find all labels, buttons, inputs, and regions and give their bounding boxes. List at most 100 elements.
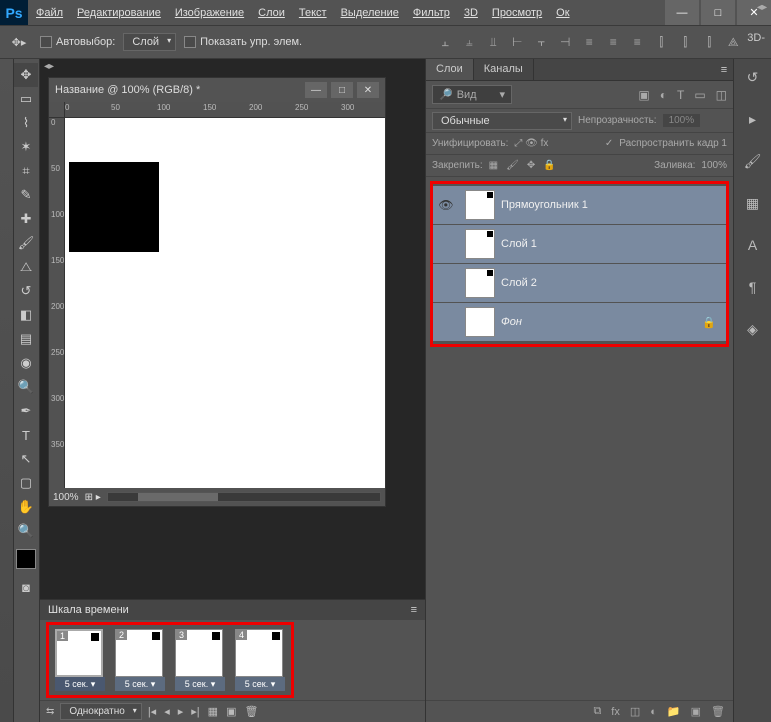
- menu-layers[interactable]: Слои: [258, 7, 285, 19]
- delete-frame-button[interactable]: 🗑: [244, 705, 258, 718]
- expand-panels-icon[interactable]: ◂▸: [757, 2, 767, 13]
- layer-thumbnail[interactable]: [465, 268, 495, 298]
- play-button[interactable]: ▸: [178, 705, 184, 718]
- 3d-panel-icon[interactable]: ◈: [741, 317, 765, 341]
- frame-4[interactable]: 4 5 сек. ▾: [235, 629, 285, 691]
- lock-pixels-icon[interactable]: ▦: [489, 160, 498, 171]
- menu-window[interactable]: Ок: [556, 7, 569, 19]
- layer-row[interactable]: Слой 1: [433, 225, 726, 263]
- loop-toggle-icon[interactable]: ⇆: [46, 706, 54, 717]
- distribute-left-icon[interactable]: ⫿: [651, 32, 671, 52]
- group-icon[interactable]: 📁: [667, 705, 681, 718]
- layer-thumbnail[interactable]: [465, 307, 495, 337]
- filter-text-icon[interactable]: T: [677, 88, 684, 102]
- menu-3d[interactable]: 3D: [464, 7, 478, 19]
- menu-edit[interactable]: Редактирование: [77, 7, 161, 19]
- healing-tool[interactable]: ✚: [14, 207, 38, 231]
- delete-layer-icon[interactable]: 🗑: [711, 705, 725, 718]
- menu-file[interactable]: Файл: [36, 7, 63, 19]
- marquee-tool[interactable]: ▭: [14, 87, 38, 111]
- document-titlebar[interactable]: Название @ 100% (RGB/8) * — □ ✕: [49, 78, 385, 102]
- autoselect-checkbox[interactable]: Автовыбор:: [40, 36, 115, 48]
- autoselect-mode-dropdown[interactable]: Слой: [123, 33, 176, 51]
- shape-tool[interactable]: ▢: [14, 471, 38, 495]
- layer-thumbnail[interactable]: [465, 190, 495, 220]
- foreground-color[interactable]: [16, 549, 36, 569]
- align-left-icon[interactable]: ⊢: [507, 32, 527, 52]
- minimize-button[interactable]: —: [665, 0, 699, 25]
- timeline-header[interactable]: Шкала времени ≡: [40, 600, 425, 620]
- filter-adjust-icon[interactable]: ◐: [660, 88, 667, 102]
- filter-smart-icon[interactable]: ◫: [716, 88, 727, 102]
- tab-channels[interactable]: Каналы: [474, 59, 534, 80]
- frame-duration[interactable]: 5 сек. ▾: [55, 677, 105, 691]
- doc-minimize-button[interactable]: —: [305, 82, 327, 98]
- align-vcenter-icon[interactable]: ⫨: [459, 32, 479, 52]
- filter-type-dropdown[interactable]: 🔎 Вид ▾: [432, 85, 512, 104]
- first-frame-button[interactable]: |◂: [148, 705, 156, 718]
- lasso-tool[interactable]: ⌇: [14, 111, 38, 135]
- panel-menu-icon[interactable]: ≡: [715, 59, 733, 80]
- tab-layers[interactable]: Слои: [426, 59, 474, 80]
- unify-style-icon[interactable]: fx: [541, 138, 549, 149]
- lock-position-icon[interactable]: ✥: [527, 160, 535, 171]
- history-brush-tool[interactable]: ↺: [14, 279, 38, 303]
- filter-shape-icon[interactable]: ▭: [694, 88, 705, 102]
- next-frame-button[interactable]: ▸|: [191, 705, 199, 718]
- layer-mask-icon[interactable]: ◫: [630, 705, 640, 718]
- layer-row[interactable]: Фон 🔒: [433, 303, 726, 341]
- layer-name[interactable]: Слой 1: [501, 238, 726, 250]
- lock-image-icon[interactable]: 🖌: [506, 160, 519, 171]
- unify-position-icon[interactable]: ⤢: [514, 138, 522, 149]
- text-tool[interactable]: T: [14, 423, 38, 447]
- pen-tool[interactable]: ✒: [14, 399, 38, 423]
- brush-tool[interactable]: 🖌: [14, 231, 38, 255]
- brush-panel-icon[interactable]: 🖌: [741, 149, 765, 173]
- lock-all-icon[interactable]: 🔒: [543, 160, 555, 171]
- fill-value[interactable]: 100%: [701, 160, 727, 171]
- filter-image-icon[interactable]: ▣: [638, 88, 649, 102]
- align-bottom-icon[interactable]: ⫫: [483, 32, 503, 52]
- move-tool-icon[interactable]: ✥▸: [6, 29, 32, 55]
- zoom-level[interactable]: 100%: [53, 492, 79, 503]
- tween-button[interactable]: ▦: [208, 705, 218, 718]
- actions-panel-icon[interactable]: ▸: [741, 107, 765, 131]
- visibility-toggle[interactable]: 👁: [433, 198, 459, 212]
- menu-text[interactable]: Текст: [299, 7, 327, 19]
- doc-maximize-button[interactable]: □: [331, 82, 353, 98]
- menu-view[interactable]: Просмотр: [492, 7, 542, 19]
- frame-3[interactable]: 3 5 сек. ▾: [175, 629, 225, 691]
- quick-mask-tool[interactable]: ◙: [14, 575, 38, 599]
- crop-tool[interactable]: ⌗: [14, 159, 38, 183]
- panel-menu-icon[interactable]: ≡: [411, 604, 417, 616]
- distribute-right-icon[interactable]: ⫿: [699, 32, 719, 52]
- hand-tool[interactable]: ✋: [14, 495, 38, 519]
- clone-tool[interactable]: ⧍: [14, 255, 38, 279]
- new-layer-icon[interactable]: ▣: [691, 705, 701, 718]
- menu-select[interactable]: Выделение: [341, 7, 399, 19]
- doc-close-button[interactable]: ✕: [357, 82, 379, 98]
- menu-filter[interactable]: Фильтр: [413, 7, 450, 19]
- layer-thumbnail[interactable]: [465, 229, 495, 259]
- blur-tool[interactable]: ◉: [14, 351, 38, 375]
- layer-row[interactable]: 👁 Прямоугольник 1: [433, 186, 726, 224]
- opacity-value[interactable]: 100%: [663, 114, 701, 127]
- doc-info-icon[interactable]: ⊞ ▸: [85, 492, 101, 503]
- new-frame-button[interactable]: ▣: [226, 705, 236, 718]
- layer-name[interactable]: Прямоугольник 1: [501, 199, 726, 211]
- checkbox-icon[interactable]: [184, 36, 196, 48]
- character-panel-icon[interactable]: A: [741, 233, 765, 257]
- frame-1[interactable]: 1 5 сек. ▾: [55, 629, 105, 691]
- distribute-top-icon[interactable]: ≡: [579, 32, 599, 52]
- link-layers-icon[interactable]: ⧉: [593, 705, 601, 718]
- path-select-tool[interactable]: ↖: [14, 447, 38, 471]
- blend-mode-dropdown[interactable]: Обычные: [432, 112, 572, 130]
- dodge-tool[interactable]: 🔍: [14, 375, 38, 399]
- frame-2[interactable]: 2 5 сек. ▾: [115, 629, 165, 691]
- propagate-label[interactable]: Распространить кадр 1: [619, 138, 727, 149]
- distribute-h-icon[interactable]: ⫿: [675, 32, 695, 52]
- expand-left-icon[interactable]: ◂▸: [44, 61, 54, 72]
- magic-wand-tool[interactable]: ✶: [14, 135, 38, 159]
- eyedropper-tool[interactable]: ✎: [14, 183, 38, 207]
- maximize-button[interactable]: □: [701, 0, 735, 25]
